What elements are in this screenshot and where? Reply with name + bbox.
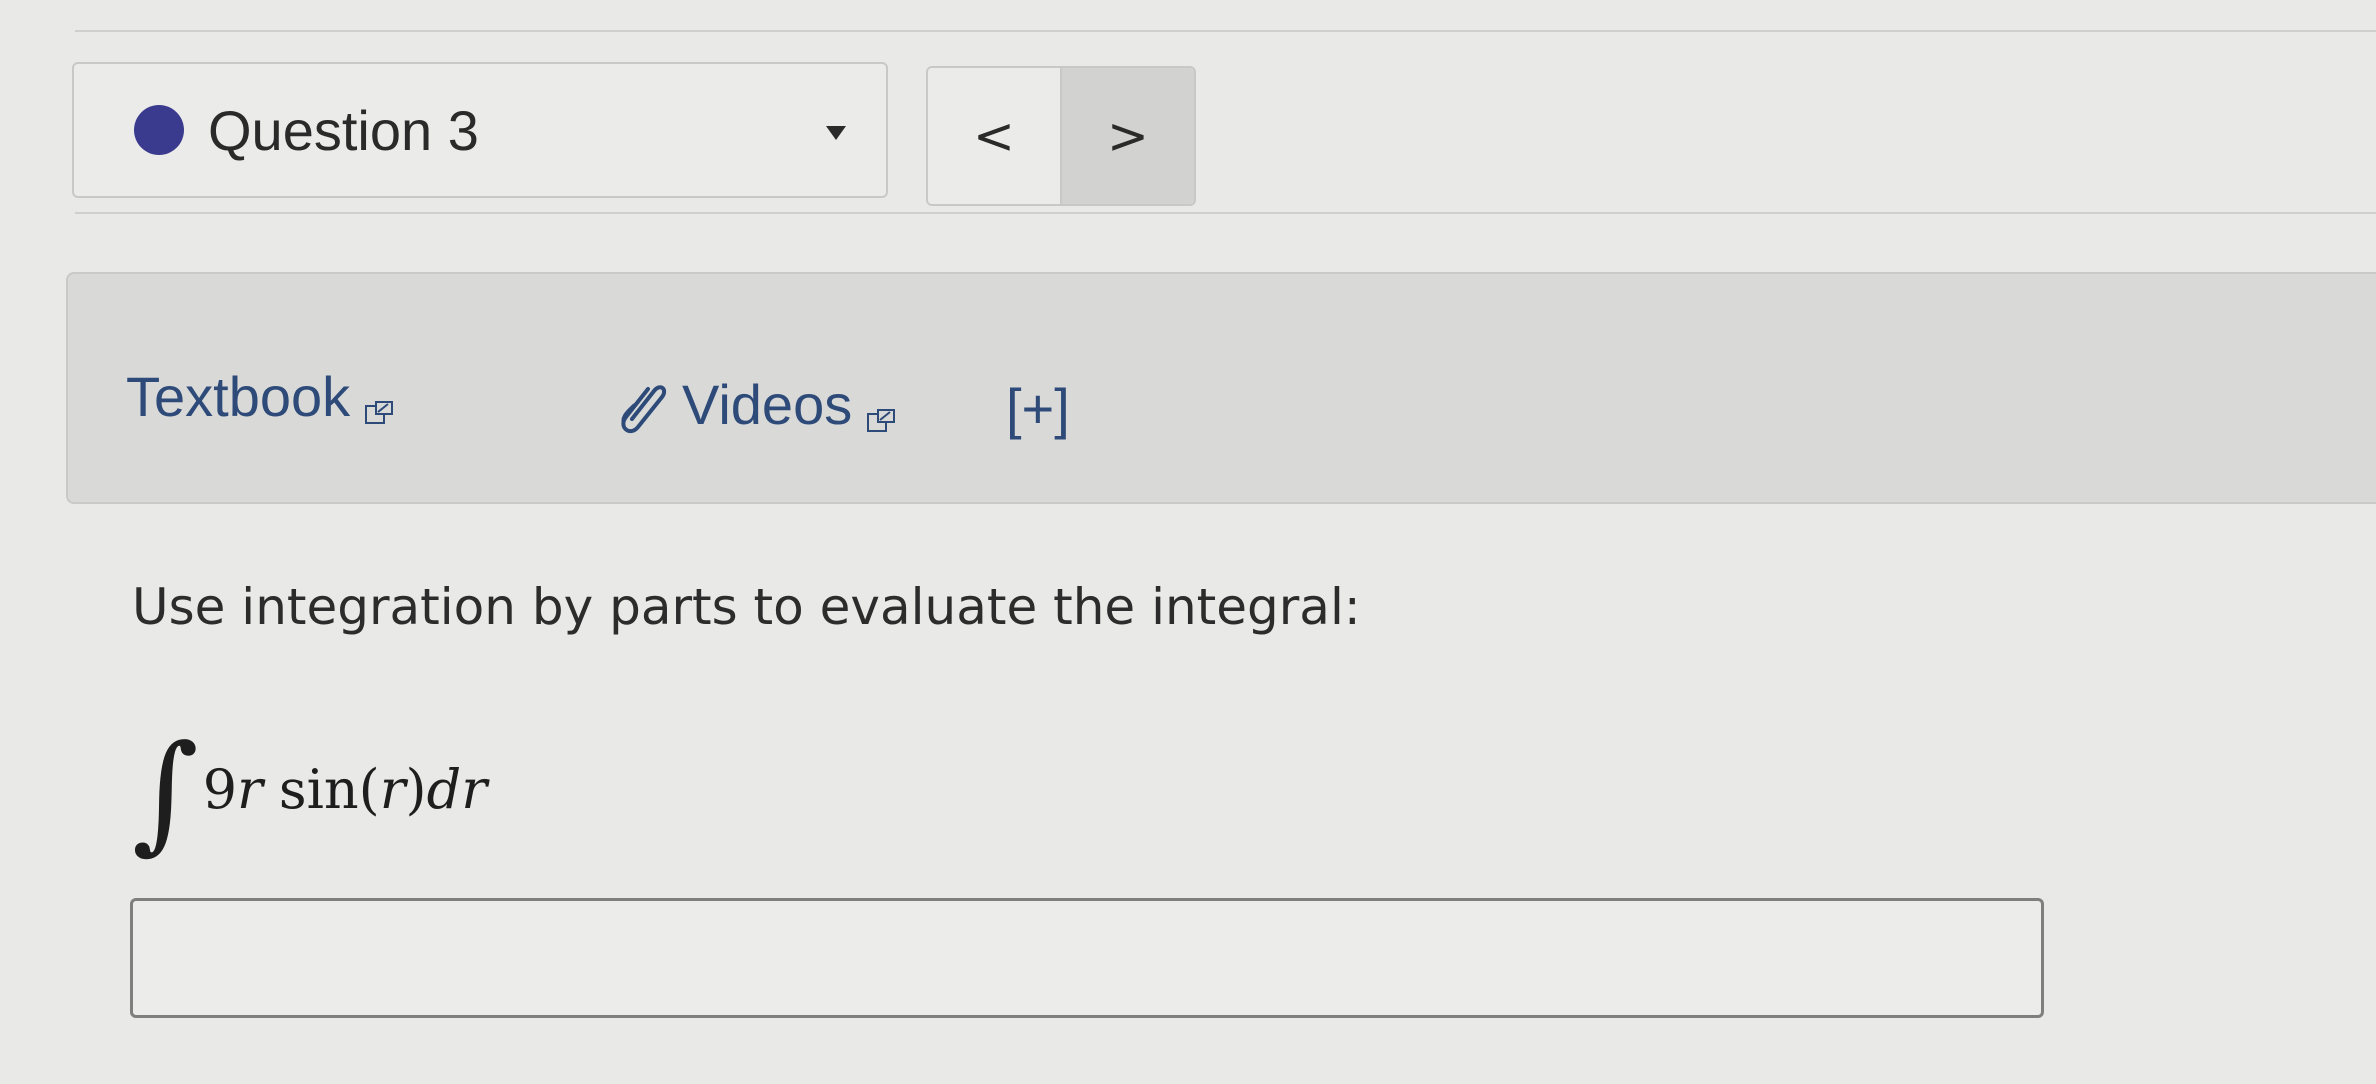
question-prompt: Use integration by parts to evaluate the… <box>132 578 1361 636</box>
question-nav: < > <box>926 66 1196 206</box>
header-divider <box>75 212 2376 214</box>
question-label: Question 3 <box>208 98 479 162</box>
function-argument: r <box>379 757 406 821</box>
next-question-button[interactable]: > <box>1062 68 1194 204</box>
textbook-link-label: Textbook <box>126 365 351 428</box>
close-paren: ) <box>405 757 427 821</box>
question-selector[interactable]: Question 3 <box>72 62 888 198</box>
differential: dr <box>426 757 488 821</box>
external-link-icon <box>364 374 394 424</box>
caret-down-icon <box>826 126 846 140</box>
resources-bar: Textbook Videos [+] <box>66 272 2376 504</box>
videos-link-label: Videos <box>682 373 853 436</box>
integrand-coefficient: 9 <box>202 757 238 821</box>
open-paren: ( <box>358 757 380 821</box>
top-divider <box>75 30 2376 32</box>
integral-sign: ∫ <box>132 718 199 867</box>
previous-question-button[interactable]: < <box>928 68 1062 204</box>
videos-link[interactable]: Videos <box>614 372 896 437</box>
question-status-dot <box>134 105 184 155</box>
integral-expression: ∫ 9 r sin ( r ) dr <box>132 714 487 864</box>
answer-input[interactable] <box>130 898 2044 1018</box>
function-name: sin <box>278 757 359 821</box>
expand-videos-toggle[interactable]: [+] <box>1006 376 1070 441</box>
paperclip-icon <box>614 375 670 435</box>
integrand-variable: r <box>237 757 263 821</box>
external-link-icon <box>866 382 896 432</box>
textbook-link[interactable]: Textbook <box>126 364 394 429</box>
